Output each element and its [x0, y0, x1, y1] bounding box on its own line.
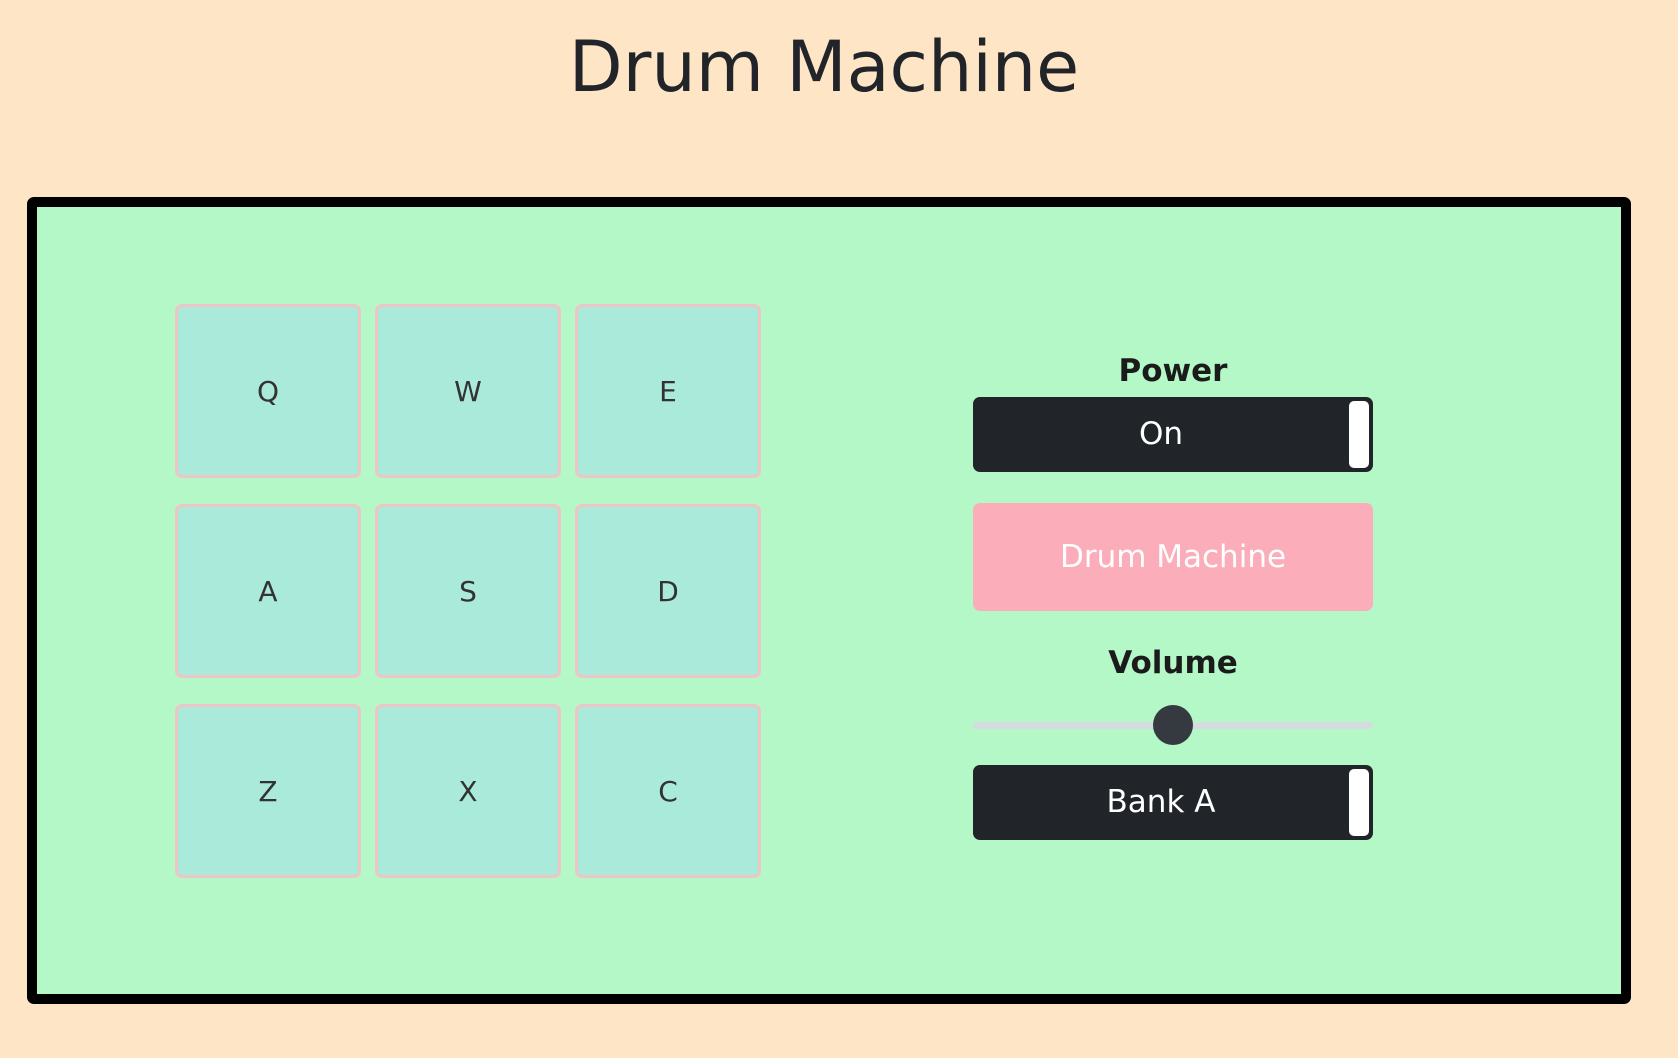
drum-pad-x[interactable]: X — [375, 704, 561, 878]
volume-slider[interactable] — [973, 703, 1373, 747]
bank-toggle[interactable]: Bank A — [973, 765, 1373, 840]
sound-display: Drum Machine — [973, 503, 1373, 611]
drum-pad-z[interactable]: Z — [175, 704, 361, 878]
power-toggle-knob — [1347, 399, 1371, 470]
bank-toggle-knob — [1347, 767, 1371, 838]
power-state-text: On — [1138, 416, 1184, 452]
power-label: Power — [1118, 353, 1228, 389]
drum-pad-w[interactable]: W — [375, 304, 561, 478]
drum-pad-e[interactable]: E — [575, 304, 761, 478]
drum-pad-c[interactable]: C — [575, 704, 761, 878]
drum-pad-a[interactable]: A — [175, 504, 361, 678]
drum-pad-q[interactable]: Q — [175, 304, 361, 478]
drum-pad-s[interactable]: S — [375, 504, 561, 678]
bank-state-text: Bank A — [1106, 784, 1216, 820]
page-title: Drum Machine — [568, 26, 1080, 108]
volume-slider-thumb[interactable] — [1153, 705, 1193, 745]
power-toggle[interactable]: On — [973, 397, 1373, 472]
volume-label: Volume — [1108, 645, 1238, 681]
drum-pad-d[interactable]: D — [575, 504, 761, 678]
drum-machine-container: Q W E A S D Z X C Power On Drum Machine … — [27, 197, 1631, 1004]
